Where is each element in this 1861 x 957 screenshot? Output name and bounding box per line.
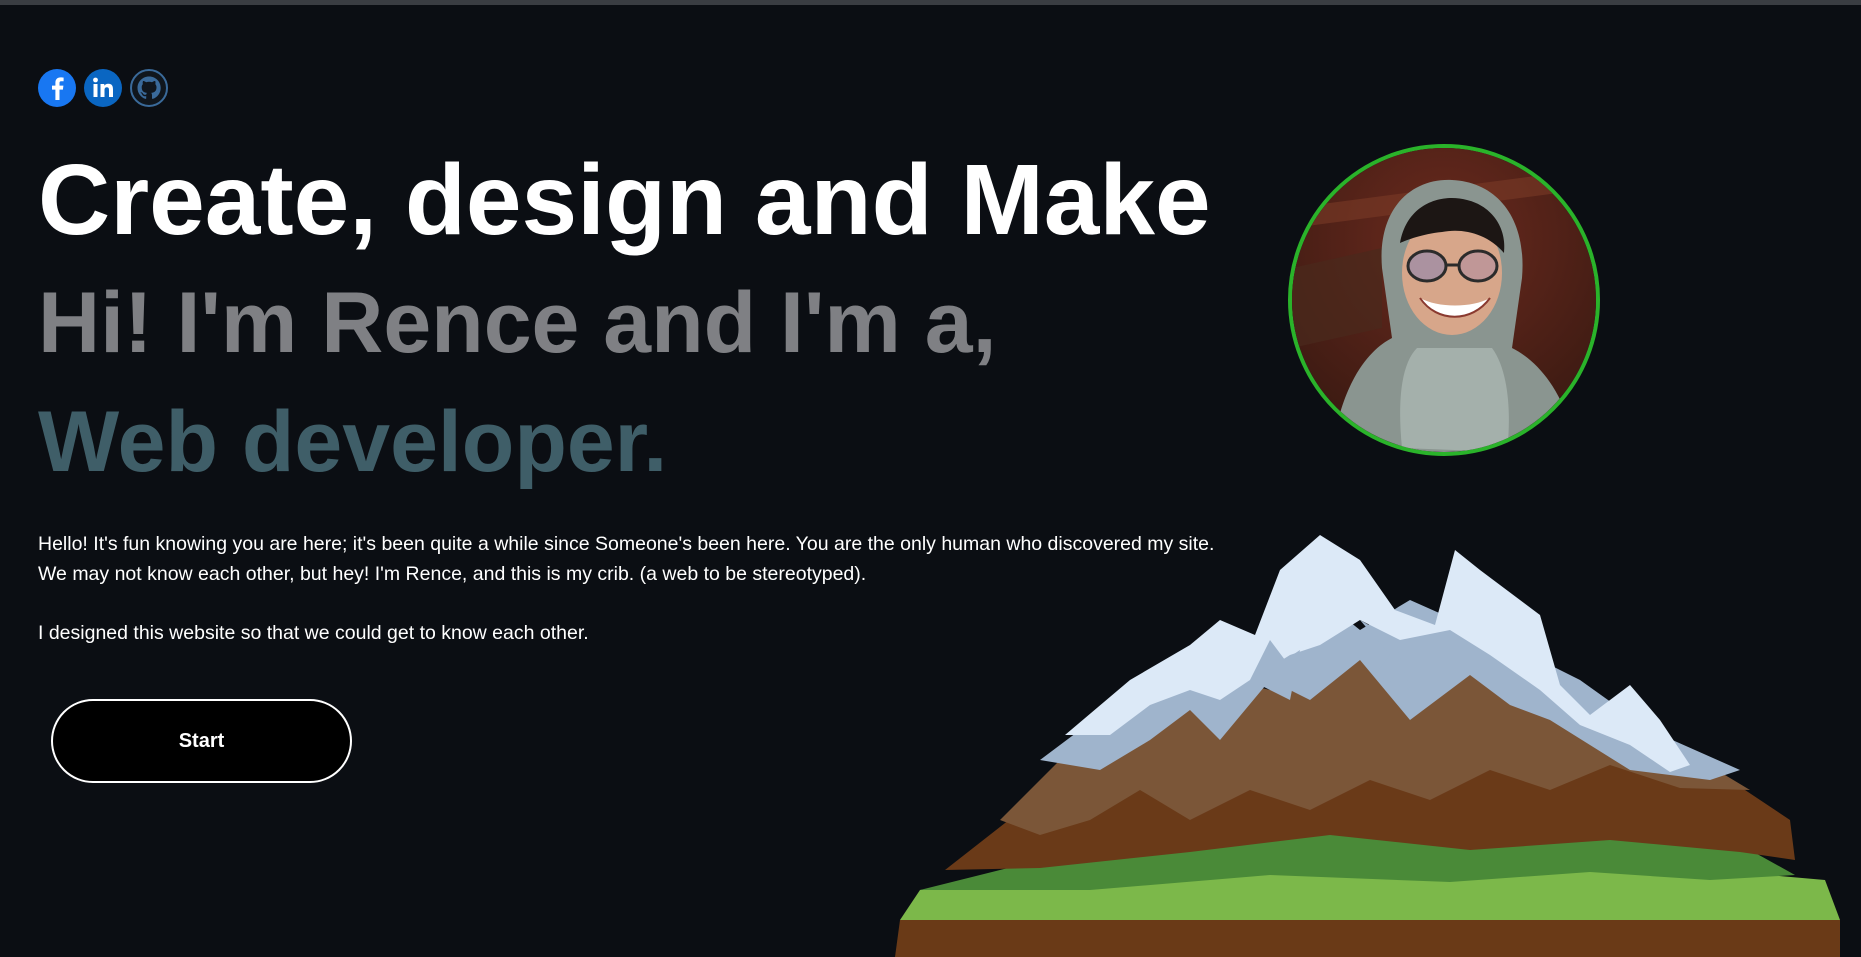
purpose-paragraph: I designed this website so that we could… [38, 622, 589, 644]
social-links [38, 69, 168, 107]
facebook-icon [38, 69, 76, 107]
linkedin-link[interactable] [84, 69, 122, 107]
mountain-illustration [895, 535, 1840, 957]
github-icon [130, 69, 168, 107]
intro-heading: Hi! I'm Rence and I'm a, [38, 275, 997, 371]
headline: Create, design and Make [38, 144, 1211, 256]
browser-top-border [0, 0, 1861, 5]
role-heading: Web developer. [38, 394, 668, 490]
facebook-link[interactable] [38, 69, 76, 107]
start-button[interactable]: Start [51, 699, 352, 783]
linkedin-icon [84, 69, 122, 107]
landing-page: Create, design and Make Hi! I'm Rence an… [0, 0, 1861, 957]
profile-photo [1292, 148, 1596, 452]
avatar [1288, 144, 1600, 456]
github-link[interactable] [130, 69, 168, 107]
